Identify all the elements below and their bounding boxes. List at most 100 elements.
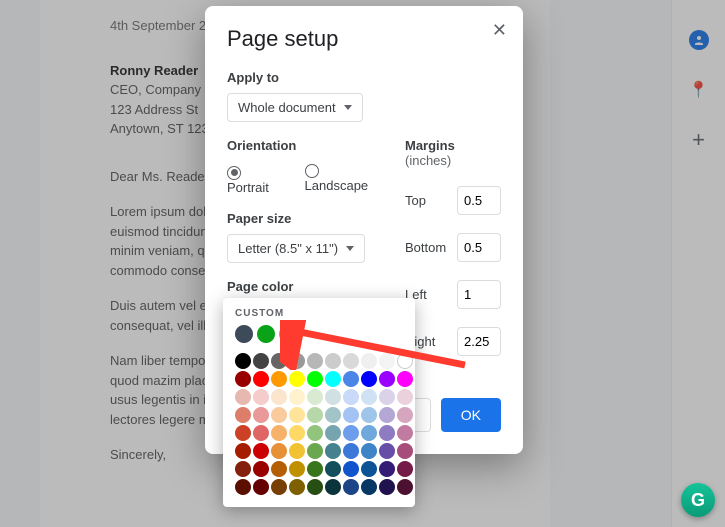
palette-swatch[interactable] — [361, 479, 377, 495]
palette-swatch[interactable] — [307, 425, 323, 441]
palette-swatch[interactable] — [361, 407, 377, 423]
palette-swatch[interactable] — [325, 425, 341, 441]
ok-button[interactable]: OK — [441, 398, 501, 432]
palette-swatch[interactable] — [379, 407, 395, 423]
palette-swatch[interactable] — [271, 389, 287, 405]
palette-swatch[interactable] — [379, 443, 395, 459]
palette-swatch[interactable] — [253, 461, 269, 477]
palette-swatch[interactable] — [361, 443, 377, 459]
palette-swatch[interactable] — [343, 461, 359, 477]
palette-swatch[interactable] — [343, 389, 359, 405]
palette-swatch[interactable] — [271, 407, 287, 423]
palette-swatch[interactable] — [325, 353, 341, 369]
palette-swatch[interactable] — [343, 479, 359, 495]
palette-swatch[interactable] — [289, 461, 305, 477]
palette-swatch[interactable] — [379, 425, 395, 441]
palette-swatch[interactable] — [361, 461, 377, 477]
palette-swatch[interactable] — [397, 389, 413, 405]
palette-swatch[interactable] — [235, 353, 251, 369]
palette-swatch[interactable] — [343, 407, 359, 423]
palette-swatch[interactable] — [397, 461, 413, 477]
palette-swatch[interactable] — [325, 479, 341, 495]
palette-swatch[interactable] — [379, 353, 395, 369]
palette-swatch[interactable] — [379, 479, 395, 495]
margin-left-input[interactable] — [457, 280, 501, 309]
palette-swatch[interactable] — [235, 461, 251, 477]
orientation-portrait-radio[interactable]: Portrait — [227, 161, 287, 195]
palette-swatch[interactable] — [397, 353, 413, 369]
palette-swatch[interactable] — [289, 389, 305, 405]
palette-swatch[interactable] — [325, 389, 341, 405]
palette-swatch[interactable] — [271, 461, 287, 477]
palette-swatch[interactable] — [253, 389, 269, 405]
palette-swatch[interactable] — [235, 479, 251, 495]
palette-swatch[interactable] — [289, 371, 305, 387]
palette-swatch[interactable] — [397, 371, 413, 387]
palette-swatch[interactable] — [235, 389, 251, 405]
palette-swatch[interactable] — [253, 407, 269, 423]
palette-swatch[interactable] — [253, 425, 269, 441]
palette-swatch[interactable] — [325, 407, 341, 423]
margin-bottom-input[interactable] — [457, 233, 501, 262]
palette-swatch[interactable] — [307, 407, 323, 423]
palette-swatch[interactable] — [289, 425, 305, 441]
palette-swatch[interactable] — [325, 371, 341, 387]
palette-swatch[interactable] — [307, 461, 323, 477]
custom-colors-row: + — [235, 325, 403, 343]
palette-swatch[interactable] — [235, 407, 251, 423]
palette-swatch[interactable] — [307, 371, 323, 387]
palette-swatch[interactable] — [271, 353, 287, 369]
margin-top-input[interactable] — [457, 186, 501, 215]
custom-color-swatch[interactable] — [235, 325, 253, 343]
apply-to-value: Whole document — [238, 100, 336, 115]
palette-swatch[interactable] — [253, 479, 269, 495]
palette-swatch[interactable] — [397, 443, 413, 459]
palette-swatch[interactable] — [253, 371, 269, 387]
paper-size-dropdown[interactable]: Letter (8.5" x 11") — [227, 234, 365, 263]
palette-swatch[interactable] — [361, 389, 377, 405]
palette-swatch[interactable] — [289, 443, 305, 459]
orientation-landscape-radio[interactable]: Landscape — [305, 163, 385, 193]
palette-swatch[interactable] — [343, 353, 359, 369]
palette-swatch[interactable] — [379, 461, 395, 477]
palette-swatch[interactable] — [253, 353, 269, 369]
palette-swatch[interactable] — [325, 443, 341, 459]
palette-swatch[interactable] — [271, 371, 287, 387]
palette-swatch[interactable] — [343, 371, 359, 387]
palette-swatch[interactable] — [379, 371, 395, 387]
close-icon[interactable]: ✕ — [492, 20, 507, 41]
palette-swatch[interactable] — [289, 479, 305, 495]
palette-swatch[interactable] — [289, 407, 305, 423]
add-custom-color-button[interactable]: + — [279, 325, 297, 343]
palette-swatch[interactable] — [397, 479, 413, 495]
palette-swatch[interactable] — [235, 425, 251, 441]
palette-swatch[interactable] — [307, 479, 323, 495]
dialog-title: Page setup — [227, 26, 501, 52]
palette-swatch[interactable] — [271, 443, 287, 459]
palette-swatch[interactable] — [325, 461, 341, 477]
palette-swatch[interactable] — [361, 425, 377, 441]
palette-swatch[interactable] — [289, 353, 305, 369]
apply-to-dropdown[interactable]: Whole document — [227, 93, 363, 122]
palette-swatch[interactable] — [271, 479, 287, 495]
palette-swatch[interactable] — [235, 443, 251, 459]
palette-swatch[interactable] — [397, 425, 413, 441]
color-palette — [235, 353, 403, 495]
palette-swatch[interactable] — [307, 353, 323, 369]
palette-swatch[interactable] — [307, 443, 323, 459]
palette-swatch[interactable] — [307, 389, 323, 405]
radio-icon — [227, 166, 241, 180]
palette-swatch[interactable] — [271, 425, 287, 441]
palette-swatch[interactable] — [253, 443, 269, 459]
custom-color-swatch[interactable] — [257, 325, 275, 343]
palette-swatch[interactable] — [235, 371, 251, 387]
palette-swatch[interactable] — [361, 353, 377, 369]
palette-swatch[interactable] — [343, 443, 359, 459]
margin-right-input[interactable] — [457, 327, 501, 356]
palette-swatch[interactable] — [361, 371, 377, 387]
palette-swatch[interactable] — [379, 389, 395, 405]
palette-swatch[interactable] — [343, 425, 359, 441]
palette-swatch[interactable] — [397, 407, 413, 423]
custom-colors-label: CUSTOM — [235, 308, 403, 319]
grammarly-icon[interactable]: G — [681, 483, 715, 517]
